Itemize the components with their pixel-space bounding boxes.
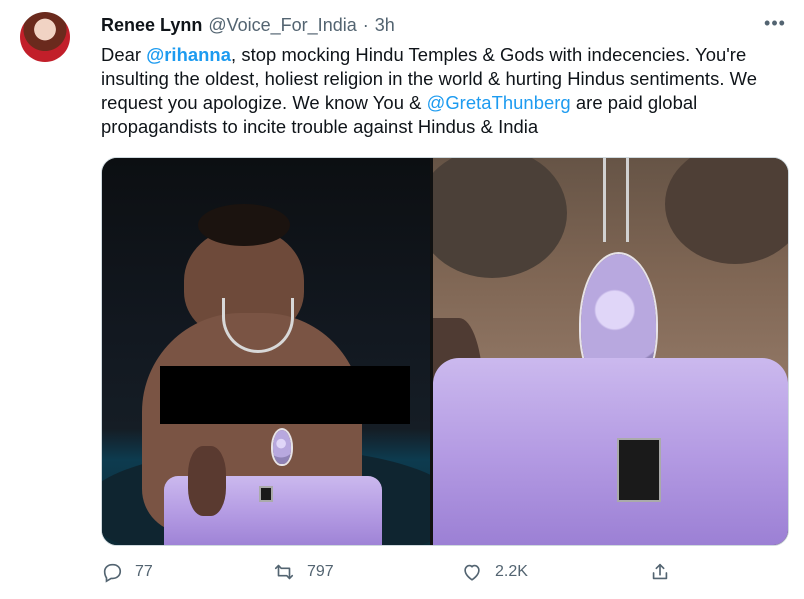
wing-tattoo-right xyxy=(665,158,788,264)
retweet-count: 797 xyxy=(307,563,334,580)
author-handle[interactable]: @Voice_For_India xyxy=(208,15,356,36)
censor-bar xyxy=(160,366,410,424)
author-name[interactable]: Renee Lynn xyxy=(101,15,202,36)
more-icon: ••• xyxy=(764,13,786,33)
tweet-text-part: Dear xyxy=(101,44,147,65)
author-avatar[interactable] xyxy=(20,12,70,62)
more-options-button[interactable]: ••• xyxy=(764,14,786,36)
person-hair xyxy=(198,204,290,246)
pendant-small xyxy=(273,430,291,464)
header-separator: · xyxy=(362,14,369,35)
pendant-chain xyxy=(603,158,629,242)
reply-button[interactable]: 77 xyxy=(101,560,153,584)
tweet-header: Renee Lynn @Voice_For_India · 3h xyxy=(101,14,395,36)
tattooed-hand xyxy=(188,446,226,516)
mention-rihanna[interactable]: @rihanna xyxy=(146,44,231,65)
tweet-actions: 77 797 2.2K xyxy=(101,560,791,584)
wing-tattoo-left xyxy=(433,158,567,278)
heart-icon xyxy=(461,561,483,583)
share-icon xyxy=(649,561,671,583)
reply-icon xyxy=(101,561,123,583)
media-photo-left[interactable] xyxy=(102,158,430,545)
share-button[interactable] xyxy=(649,560,671,584)
tweet-media[interactable] xyxy=(101,157,789,546)
shorts-label-left xyxy=(259,486,273,502)
retweet-button[interactable]: 797 xyxy=(273,560,334,584)
retweet-icon xyxy=(273,561,295,583)
shorts-label-right xyxy=(617,438,661,502)
like-button[interactable]: 2.2K xyxy=(461,560,528,584)
reply-count: 77 xyxy=(135,563,153,580)
shorts-right xyxy=(433,358,788,545)
like-count: 2.2K xyxy=(495,563,528,580)
tweet-timestamp[interactable]: 3h xyxy=(375,15,395,36)
tweet-text: Dear @rihanna, stop mocking Hindu Temple… xyxy=(101,43,793,139)
media-photo-right[interactable] xyxy=(433,158,788,545)
mention-gretathunberg[interactable]: @GretaThunberg xyxy=(427,92,571,113)
